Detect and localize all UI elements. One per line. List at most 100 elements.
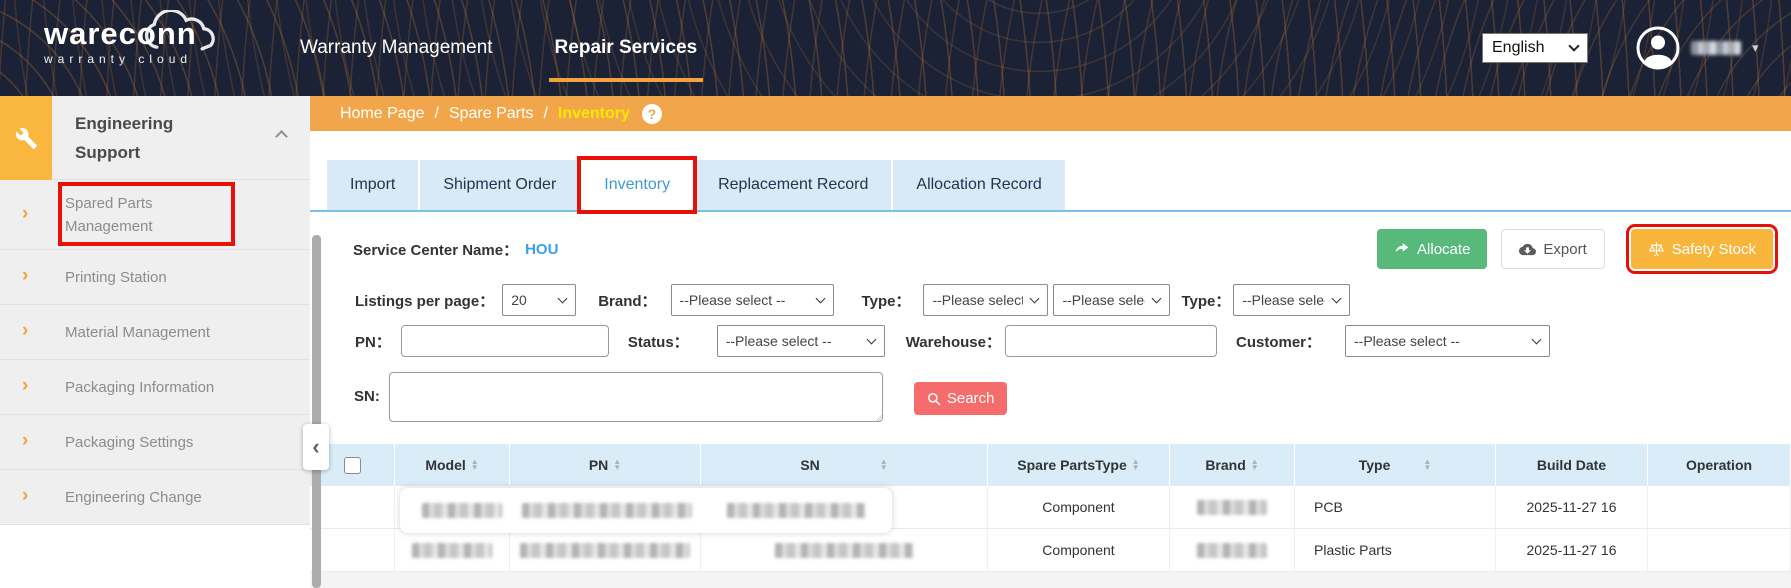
sidebar-item-printing-station[interactable]: › Printing Station: [0, 250, 310, 305]
select-all-checkbox[interactable]: [344, 457, 361, 474]
type-select-2[interactable]: --Please select --: [1053, 284, 1170, 316]
status-select-value: --Please select --: [726, 333, 832, 349]
cell-pn: [510, 529, 701, 571]
type-select-1-value: --Please select --: [932, 292, 1023, 308]
column-label: SN: [800, 457, 819, 473]
column-label: Operation: [1686, 457, 1752, 473]
sidebar-item-label: Printing Station: [65, 266, 167, 289]
cloud-download-icon: [1519, 241, 1536, 258]
redacted-model: [422, 503, 502, 518]
listings-per-page-select[interactable]: 20: [502, 284, 576, 316]
status-select[interactable]: --Please select --: [717, 325, 885, 357]
row-checkbox-cell[interactable]: [310, 529, 395, 571]
brand-logo[interactable]: wareconn warranty cloud: [44, 17, 197, 66]
breadcrumb: Home Page / Spare Parts / Inventory ?: [310, 96, 1791, 131]
safety-stock-button[interactable]: Safety Stock: [1631, 229, 1773, 269]
row-tooltip-overlay: [400, 488, 892, 533]
header-model[interactable]: Model ▲▼: [395, 444, 510, 486]
chevron-down-icon: [1030, 294, 1040, 304]
row-checkbox-cell[interactable]: [310, 486, 395, 528]
sidebar-collapse-handle[interactable]: ‹: [303, 424, 329, 470]
sidebar-item-packaging-information[interactable]: › Packaging Information: [0, 360, 310, 415]
cell-operation: [1648, 529, 1791, 571]
sidebar-item-material-management[interactable]: › Material Management: [0, 305, 310, 360]
active-nav-underline: [549, 78, 704, 82]
header-pn[interactable]: PN ▲▼: [510, 444, 701, 486]
person-icon: [1636, 26, 1680, 70]
user-menu-caret-icon[interactable]: ▾: [1752, 40, 1759, 56]
sn-textarea[interactable]: [389, 372, 883, 422]
search-icon: [927, 392, 941, 406]
tab-inventory[interactable]: Inventory: [581, 160, 693, 210]
sort-icon[interactable]: ▲▼: [1251, 459, 1259, 472]
header-sn[interactable]: SN ▲▼: [701, 444, 988, 486]
breadcrumb-current: Inventory: [558, 105, 630, 123]
help-icon[interactable]: ?: [642, 104, 662, 124]
vertical-scrollbar[interactable]: [312, 235, 321, 588]
cell-build-date: 2025-11-27 16: [1496, 529, 1648, 571]
type2-select[interactable]: --Please select --: [1233, 284, 1350, 316]
tab-import[interactable]: Import: [327, 160, 418, 210]
pn-input[interactable]: [401, 325, 609, 357]
breadcrumb-home[interactable]: Home Page: [340, 105, 425, 123]
sidebar-item-engineering-change[interactable]: › Engineering Change: [0, 470, 310, 525]
cell-type: Plastic Parts: [1295, 529, 1496, 571]
header-spare-parts-type[interactable]: Spare PartsType ▲▼: [988, 444, 1170, 486]
export-label: Export: [1543, 241, 1586, 258]
export-button[interactable]: Export: [1501, 229, 1604, 269]
user-avatar[interactable]: [1636, 26, 1680, 70]
filter-row-sn: SN: Search: [354, 372, 1007, 422]
balance-scale-icon: [1648, 241, 1665, 258]
redacted-pn: [520, 543, 690, 558]
service-center-label: Service Center Name：: [353, 239, 518, 260]
header-type[interactable]: Type ▲▼: [1295, 444, 1496, 486]
tab-label: Replacement Record: [718, 176, 868, 194]
tab-allocation-record[interactable]: Allocation Record: [893, 160, 1064, 210]
tab-replacement-record[interactable]: Replacement Record: [695, 160, 891, 210]
customer-label: Customer：: [1236, 331, 1321, 352]
chevron-down-icon: [1532, 335, 1542, 345]
toolbar: Service Center Name： HOU Allocate Export: [353, 228, 1773, 270]
search-button[interactable]: Search: [914, 382, 1008, 415]
column-label: Model: [425, 457, 465, 473]
sidebar-section-engineering-support[interactable]: Engineering Support: [0, 96, 310, 180]
chevron-left-icon: ‹: [312, 434, 319, 460]
sort-icon[interactable]: ▲▼: [471, 459, 479, 472]
username-redacted: [1691, 41, 1741, 55]
sort-icon[interactable]: ▲▼: [880, 459, 888, 472]
sidebar-item-spared-parts-management[interactable]: › Spared Parts Management: [0, 180, 310, 250]
brand-select[interactable]: --Please select --: [671, 284, 834, 316]
chevron-up-icon[interactable]: [275, 130, 288, 143]
sort-icon[interactable]: ▲▼: [1423, 459, 1431, 472]
tab-shipment-order[interactable]: Shipment Order: [420, 160, 579, 210]
redacted-sn: [775, 543, 913, 558]
sidebar-item-label: Packaging Settings: [65, 431, 193, 454]
table-header-row: Model ▲▼ PN ▲▼ SN ▲▼ Spare PartsType ▲▼ …: [310, 444, 1791, 486]
chevron-down-icon: [815, 294, 825, 304]
tab-label: Inventory: [604, 176, 670, 194]
allocate-button[interactable]: Allocate: [1377, 229, 1487, 269]
cell-brand: [1170, 486, 1295, 528]
column-label: Type: [1359, 457, 1391, 473]
service-center-value[interactable]: HOU: [525, 241, 558, 258]
sidebar: Engineering Support › Spared Parts Manag…: [0, 96, 310, 588]
cell-sn: [701, 529, 988, 571]
header-operation: Operation: [1648, 444, 1791, 486]
warehouse-input[interactable]: [1005, 325, 1217, 357]
language-select[interactable]: English: [1482, 33, 1588, 63]
sort-icon[interactable]: ▲▼: [613, 459, 621, 472]
nav-repair-services[interactable]: Repair Services: [555, 0, 698, 96]
customer-select[interactable]: --Please select --: [1345, 325, 1550, 357]
brand-label: Brand：: [598, 290, 656, 311]
breadcrumb-spare-parts[interactable]: Spare Parts: [449, 105, 533, 123]
tab-label: Import: [350, 176, 395, 194]
sort-icon[interactable]: ▲▼: [1132, 459, 1140, 472]
nav-warranty-management[interactable]: Warranty Management: [300, 0, 493, 96]
chevron-right-icon: ›: [22, 202, 28, 224]
header-brand[interactable]: Brand ▲▼: [1170, 444, 1295, 486]
header-build-date[interactable]: Build Date: [1496, 444, 1648, 486]
table-row[interactable]: Component Plastic Parts 2025-11-27 16: [310, 529, 1791, 572]
type-select-1[interactable]: --Please select --: [923, 284, 1048, 316]
sidebar-item-packaging-settings[interactable]: › Packaging Settings: [0, 415, 310, 470]
redacted-brand: [1197, 500, 1267, 515]
